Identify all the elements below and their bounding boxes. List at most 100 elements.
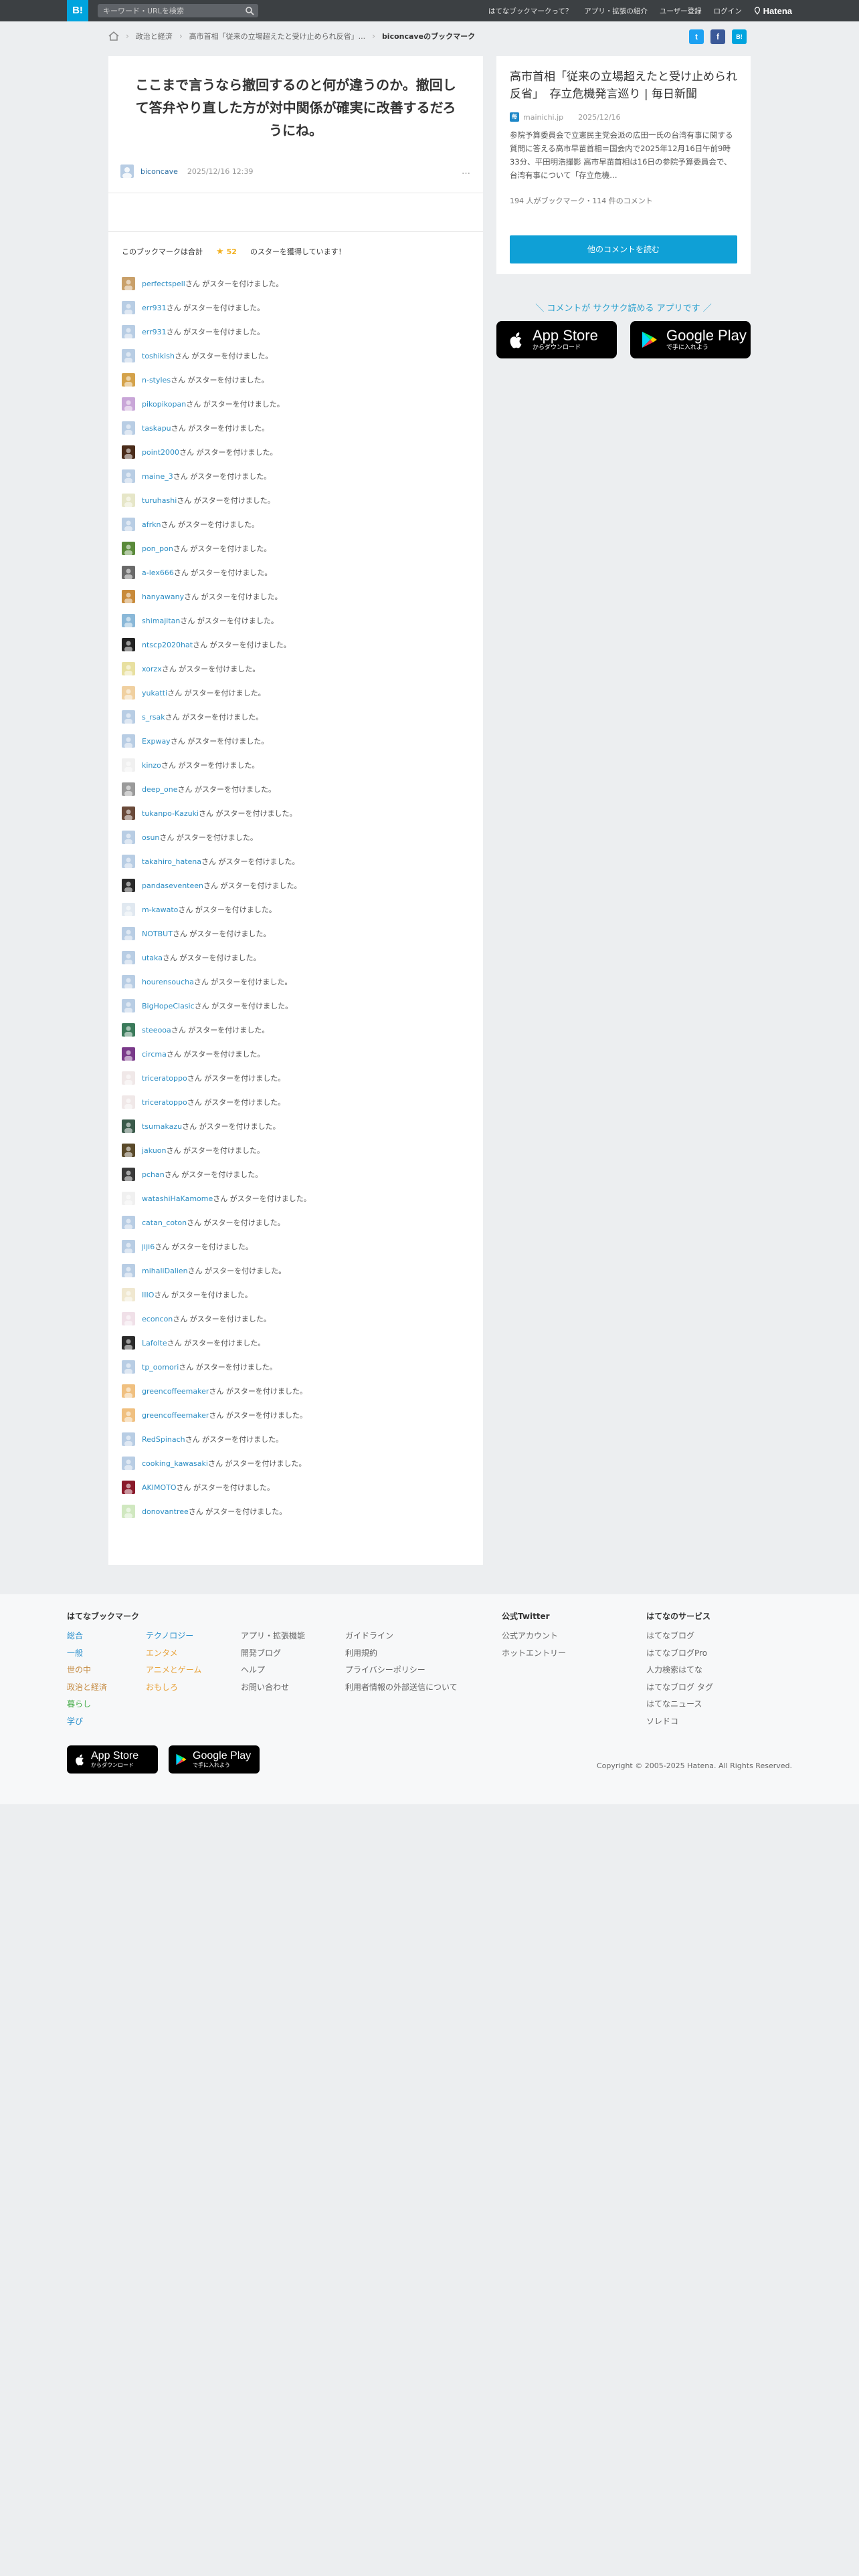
star-user-link[interactable]: tp_oomori bbox=[142, 1363, 179, 1372]
footer-cat-general[interactable]: 一般 bbox=[67, 1645, 107, 1662]
footer-cat-anime-game[interactable]: アニメとゲーム bbox=[146, 1662, 201, 1679]
footer-link-help[interactable]: ヘルプ bbox=[241, 1662, 305, 1679]
entry-counts[interactable]: 194 人がブックマーク・114 件のコメント bbox=[510, 195, 653, 206]
star-user-link[interactable]: yukatti bbox=[142, 689, 167, 697]
footer-link-devblog[interactable]: 開発ブログ bbox=[241, 1645, 305, 1662]
avatar[interactable] bbox=[122, 782, 135, 796]
hatebu-logo[interactable]: B! bbox=[67, 0, 88, 21]
star-user-link[interactable]: utaka bbox=[142, 954, 163, 962]
star-user-link[interactable]: NOTBUT bbox=[142, 930, 173, 938]
avatar[interactable] bbox=[122, 1336, 135, 1350]
star-user-link[interactable]: deep_one bbox=[142, 785, 177, 794]
facebook-share-icon[interactable]: f bbox=[710, 29, 725, 44]
search-input[interactable] bbox=[98, 4, 238, 17]
star-user-link[interactable]: shimajitan bbox=[142, 617, 180, 625]
star-user-link[interactable]: IIIO bbox=[142, 1291, 154, 1299]
avatar[interactable] bbox=[122, 421, 135, 435]
star-user-link[interactable]: mihaliDalien bbox=[142, 1267, 188, 1275]
avatar[interactable] bbox=[122, 927, 135, 940]
footer-google-play-button[interactable]: Google Play で手に入れよう bbox=[169, 1745, 260, 1774]
breadcrumb-entry[interactable]: 高市首相「従来の立場超えたと受け止められ反省」... bbox=[189, 31, 366, 41]
footer-cat-world[interactable]: 世の中 bbox=[67, 1662, 107, 1679]
footer-twitter-hotentry[interactable]: ホットエントリー bbox=[502, 1645, 566, 1662]
avatar[interactable] bbox=[122, 975, 135, 988]
avatar[interactable] bbox=[122, 1119, 135, 1133]
avatar[interactable] bbox=[122, 686, 135, 700]
star-user-link[interactable]: turuhashi bbox=[142, 496, 177, 505]
star-user-link[interactable]: taskapu bbox=[142, 424, 171, 433]
star-user-link[interactable]: cooking_kawasaki bbox=[142, 1459, 208, 1468]
star-user-link[interactable]: kinzo bbox=[142, 761, 161, 770]
star-user-link[interactable]: afrkn bbox=[142, 520, 161, 529]
footer-service-news[interactable]: はてなニュース bbox=[646, 1696, 713, 1713]
star-user-link[interactable]: osun bbox=[142, 833, 159, 842]
twitter-share-icon[interactable]: t bbox=[689, 29, 704, 44]
avatar[interactable] bbox=[122, 879, 135, 892]
apps-link[interactable]: アプリ・拡張の紹介 bbox=[584, 6, 648, 16]
footer-cat-life[interactable]: 暮らし bbox=[67, 1696, 107, 1713]
breadcrumb-category[interactable]: 政治と経済 bbox=[136, 31, 173, 41]
star-user-link[interactable]: toshikish bbox=[142, 352, 175, 360]
avatar[interactable] bbox=[122, 277, 135, 290]
avatar[interactable] bbox=[122, 1432, 135, 1446]
star-user-link[interactable]: m-kawato bbox=[142, 905, 178, 914]
avatar[interactable] bbox=[122, 349, 135, 362]
avatar[interactable] bbox=[122, 831, 135, 844]
star-user-link[interactable]: perfectspell bbox=[142, 280, 185, 288]
comment-user-link[interactable]: biconcave bbox=[140, 167, 178, 176]
avatar[interactable] bbox=[122, 518, 135, 531]
star-user-link[interactable]: n-styles bbox=[142, 376, 171, 385]
avatar[interactable] bbox=[122, 1264, 135, 1277]
star-user-link[interactable]: err931 bbox=[142, 328, 167, 336]
avatar[interactable] bbox=[122, 903, 135, 916]
avatar[interactable] bbox=[122, 710, 135, 724]
footer-cat-tech[interactable]: テクノロジー bbox=[146, 1628, 201, 1645]
avatar[interactable] bbox=[122, 1384, 135, 1398]
read-other-comments-button[interactable]: 他のコメントを読む bbox=[510, 235, 737, 263]
footer-link-privacy[interactable]: プライバシーポリシー bbox=[345, 1662, 458, 1679]
avatar[interactable] bbox=[122, 1408, 135, 1422]
footer-cat-learning[interactable]: 学び bbox=[67, 1713, 107, 1731]
avatar[interactable] bbox=[120, 165, 134, 178]
footer-link-terms[interactable]: 利用規約 bbox=[345, 1645, 458, 1662]
footer-link-contact[interactable]: お問い合わせ bbox=[241, 1679, 305, 1697]
footer-cat-entertainment[interactable]: エンタメ bbox=[146, 1645, 201, 1662]
star-user-link[interactable]: s_rsak bbox=[142, 713, 165, 722]
avatar[interactable] bbox=[122, 758, 135, 772]
avatar[interactable] bbox=[122, 1023, 135, 1037]
star-user-link[interactable]: triceratoppo bbox=[142, 1074, 187, 1083]
footer-service-blogtag[interactable]: はてなブログ タグ bbox=[646, 1679, 713, 1697]
avatar[interactable] bbox=[122, 542, 135, 555]
star-user-link[interactable]: pchan bbox=[142, 1170, 165, 1179]
star-user-link[interactable]: pon_pon bbox=[142, 544, 173, 553]
avatar[interactable] bbox=[122, 1481, 135, 1494]
avatar[interactable] bbox=[122, 445, 135, 459]
avatar[interactable] bbox=[122, 397, 135, 411]
avatar[interactable] bbox=[122, 325, 135, 338]
star-user-link[interactable]: err931 bbox=[142, 304, 167, 312]
avatar[interactable] bbox=[122, 373, 135, 387]
google-play-button[interactable]: Google Play で手に入れよう bbox=[630, 321, 751, 358]
star-user-link[interactable]: takahiro_hatena bbox=[142, 857, 201, 866]
star-user-link[interactable]: econcon bbox=[142, 1315, 173, 1323]
avatar[interactable] bbox=[122, 1095, 135, 1109]
star-user-link[interactable]: AKIMOTO bbox=[142, 1483, 177, 1492]
footer-link-apps[interactable]: アプリ・拡張機能 bbox=[241, 1628, 305, 1645]
avatar[interactable] bbox=[122, 1168, 135, 1181]
star-user-link[interactable]: Expway bbox=[142, 737, 171, 746]
footer-link-guideline[interactable]: ガイドライン bbox=[345, 1628, 458, 1645]
footer-service-jinriki[interactable]: 人力検索はてな bbox=[646, 1662, 713, 1679]
entry-title[interactable]: 高市首相「従来の立場超えたと受け止められ反省」 存立危機発言巡り | 毎日新聞 bbox=[510, 68, 737, 103]
star-user-link[interactable]: Lafolte bbox=[142, 1339, 167, 1348]
star-user-link[interactable]: tsumakazu bbox=[142, 1122, 182, 1131]
avatar[interactable] bbox=[122, 951, 135, 964]
home-icon[interactable] bbox=[108, 31, 119, 41]
avatar[interactable] bbox=[122, 590, 135, 603]
avatar[interactable] bbox=[122, 469, 135, 483]
comment-date[interactable]: 2025/12/16 12:39 bbox=[187, 167, 254, 176]
star-user-link[interactable]: hanyawany bbox=[142, 593, 184, 601]
entry-site[interactable]: mainichi.jp bbox=[523, 113, 563, 122]
avatar[interactable] bbox=[122, 1144, 135, 1157]
footer-service-blogpro[interactable]: はてなブログPro bbox=[646, 1645, 713, 1662]
avatar[interactable] bbox=[122, 1457, 135, 1470]
